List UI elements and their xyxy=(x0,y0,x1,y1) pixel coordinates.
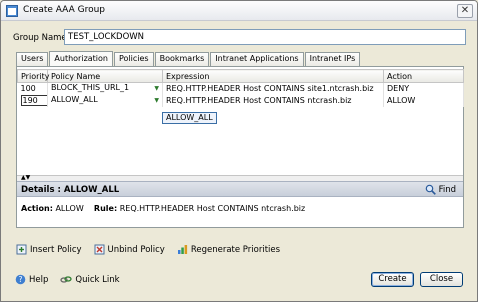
cell-policy-name-text: ALLOW_ALL xyxy=(51,95,98,104)
help-icon: ? xyxy=(15,274,26,285)
window-title: Create AAA Group xyxy=(23,5,105,15)
tab-intranet-ips[interactable]: Intranet IPs xyxy=(304,52,361,66)
cell-expression[interactable]: REQ.HTTP.HEADER Host CONTAINS site1.ntcr… xyxy=(162,82,384,95)
svg-text:?: ? xyxy=(19,275,23,284)
tab-policies[interactable]: Policies xyxy=(114,52,154,66)
dropdown-arrow-icon[interactable]: ▼ xyxy=(154,83,159,94)
policy-table: Priority Policy Name Expression Action 1… xyxy=(17,69,464,107)
policy-toolbar: Insert Policy Unbind Policy Regenerate P… xyxy=(16,244,280,255)
close-button[interactable]: Close xyxy=(420,272,463,287)
title-bar: Create AAA Group ✕ xyxy=(1,1,477,21)
dropdown-arrow-icon[interactable]: ▼ xyxy=(154,95,159,106)
regenerate-priorities-label: Regenerate Priorities xyxy=(190,244,281,255)
find-button[interactable]: Find xyxy=(425,184,456,195)
unbind-policy-label: Unbind Policy xyxy=(107,244,165,255)
tab-bookmarks[interactable]: Bookmarks xyxy=(154,52,210,66)
action-label: Action: xyxy=(21,204,53,213)
insert-policy-label: Insert Policy xyxy=(30,244,82,255)
column-header-expression[interactable]: Expression xyxy=(162,69,384,83)
column-header-priority[interactable]: Priority xyxy=(17,69,49,83)
cell-policy-name[interactable]: BLOCK_THIS_URL_1 ▼ xyxy=(47,82,163,95)
cell-action[interactable]: ALLOW xyxy=(383,94,464,107)
cell-action[interactable]: DENY xyxy=(383,82,464,95)
cell-policy-name[interactable]: ALLOW_ALL ▼ xyxy=(47,94,163,107)
group-name-label: Group Name* xyxy=(13,33,71,43)
rule-label: Rule: xyxy=(93,204,118,213)
cell-priority[interactable]: 100 xyxy=(17,82,48,95)
quick-link-label: Quick Link xyxy=(75,274,120,285)
insert-policy-icon xyxy=(16,244,27,255)
details-body: Action: ALLOW Rule: REQ.HTTP.HEADER Host… xyxy=(21,204,305,213)
tab-bar: Users Authorization Policies Bookmarks I… xyxy=(16,51,361,66)
cell-priority[interactable]: 190 xyxy=(17,94,48,107)
rule-value: REQ.HTTP.HEADER Host CONTAINS ntcrash.bi… xyxy=(119,204,306,213)
footer-links: ? Help Quick Link xyxy=(15,274,120,285)
group-name-input[interactable] xyxy=(64,29,466,45)
unbind-policy-icon xyxy=(94,244,105,255)
cell-policy-name-text: BLOCK_THIS_URL_1 xyxy=(51,83,130,93)
column-header-action[interactable]: Action xyxy=(383,69,464,83)
column-header-policy-name[interactable]: Policy Name xyxy=(47,69,163,83)
details-header: Details : ALLOW_ALL Find xyxy=(17,181,463,197)
tab-authorization[interactable]: Authorization xyxy=(49,51,113,66)
quick-link-icon xyxy=(60,276,73,283)
find-icon xyxy=(425,184,436,195)
quick-link-button[interactable]: Quick Link xyxy=(60,274,120,285)
cell-expression[interactable]: REQ.HTTP.HEADER Host CONTAINS ntcrash.bi… xyxy=(162,94,384,107)
close-icon[interactable]: ✕ xyxy=(457,4,473,18)
authorization-panel: Priority Policy Name Expression Action 1… xyxy=(16,66,464,228)
priority-cell-editor[interactable]: 190 xyxy=(20,95,47,106)
policy-dropdown-popup[interactable]: ALLOW_ALL xyxy=(162,112,217,124)
unbind-policy-button[interactable]: Unbind Policy xyxy=(94,244,165,255)
details-title: Details : ALLOW_ALL xyxy=(21,185,120,195)
help-button[interactable]: ? Help xyxy=(15,274,48,285)
table-header-row: Priority Policy Name Expression Action xyxy=(17,69,464,83)
tab-users[interactable]: Users xyxy=(16,52,49,66)
app-window-icon xyxy=(6,5,18,17)
regenerate-priorities-icon xyxy=(177,245,187,254)
create-button[interactable]: Create xyxy=(371,272,414,287)
find-label: Find xyxy=(438,184,456,195)
insert-policy-button[interactable]: Insert Policy xyxy=(16,244,82,255)
tab-intranet-applications[interactable]: Intranet Applications xyxy=(210,52,304,66)
help-label: Help xyxy=(29,274,49,285)
regenerate-priorities-button[interactable]: Regenerate Priorities xyxy=(177,244,280,255)
create-aaa-group-dialog: Create AAA Group ✕ Group Name* Users Aut… xyxy=(0,0,478,302)
table-row[interactable]: 190 ALLOW_ALL ▼ REQ.HTTP.HEADER Host CON… xyxy=(17,94,464,107)
action-value: ALLOW xyxy=(55,204,84,213)
table-row[interactable]: 100 BLOCK_THIS_URL_1 ▼ REQ.HTTP.HEADER H… xyxy=(17,82,464,95)
